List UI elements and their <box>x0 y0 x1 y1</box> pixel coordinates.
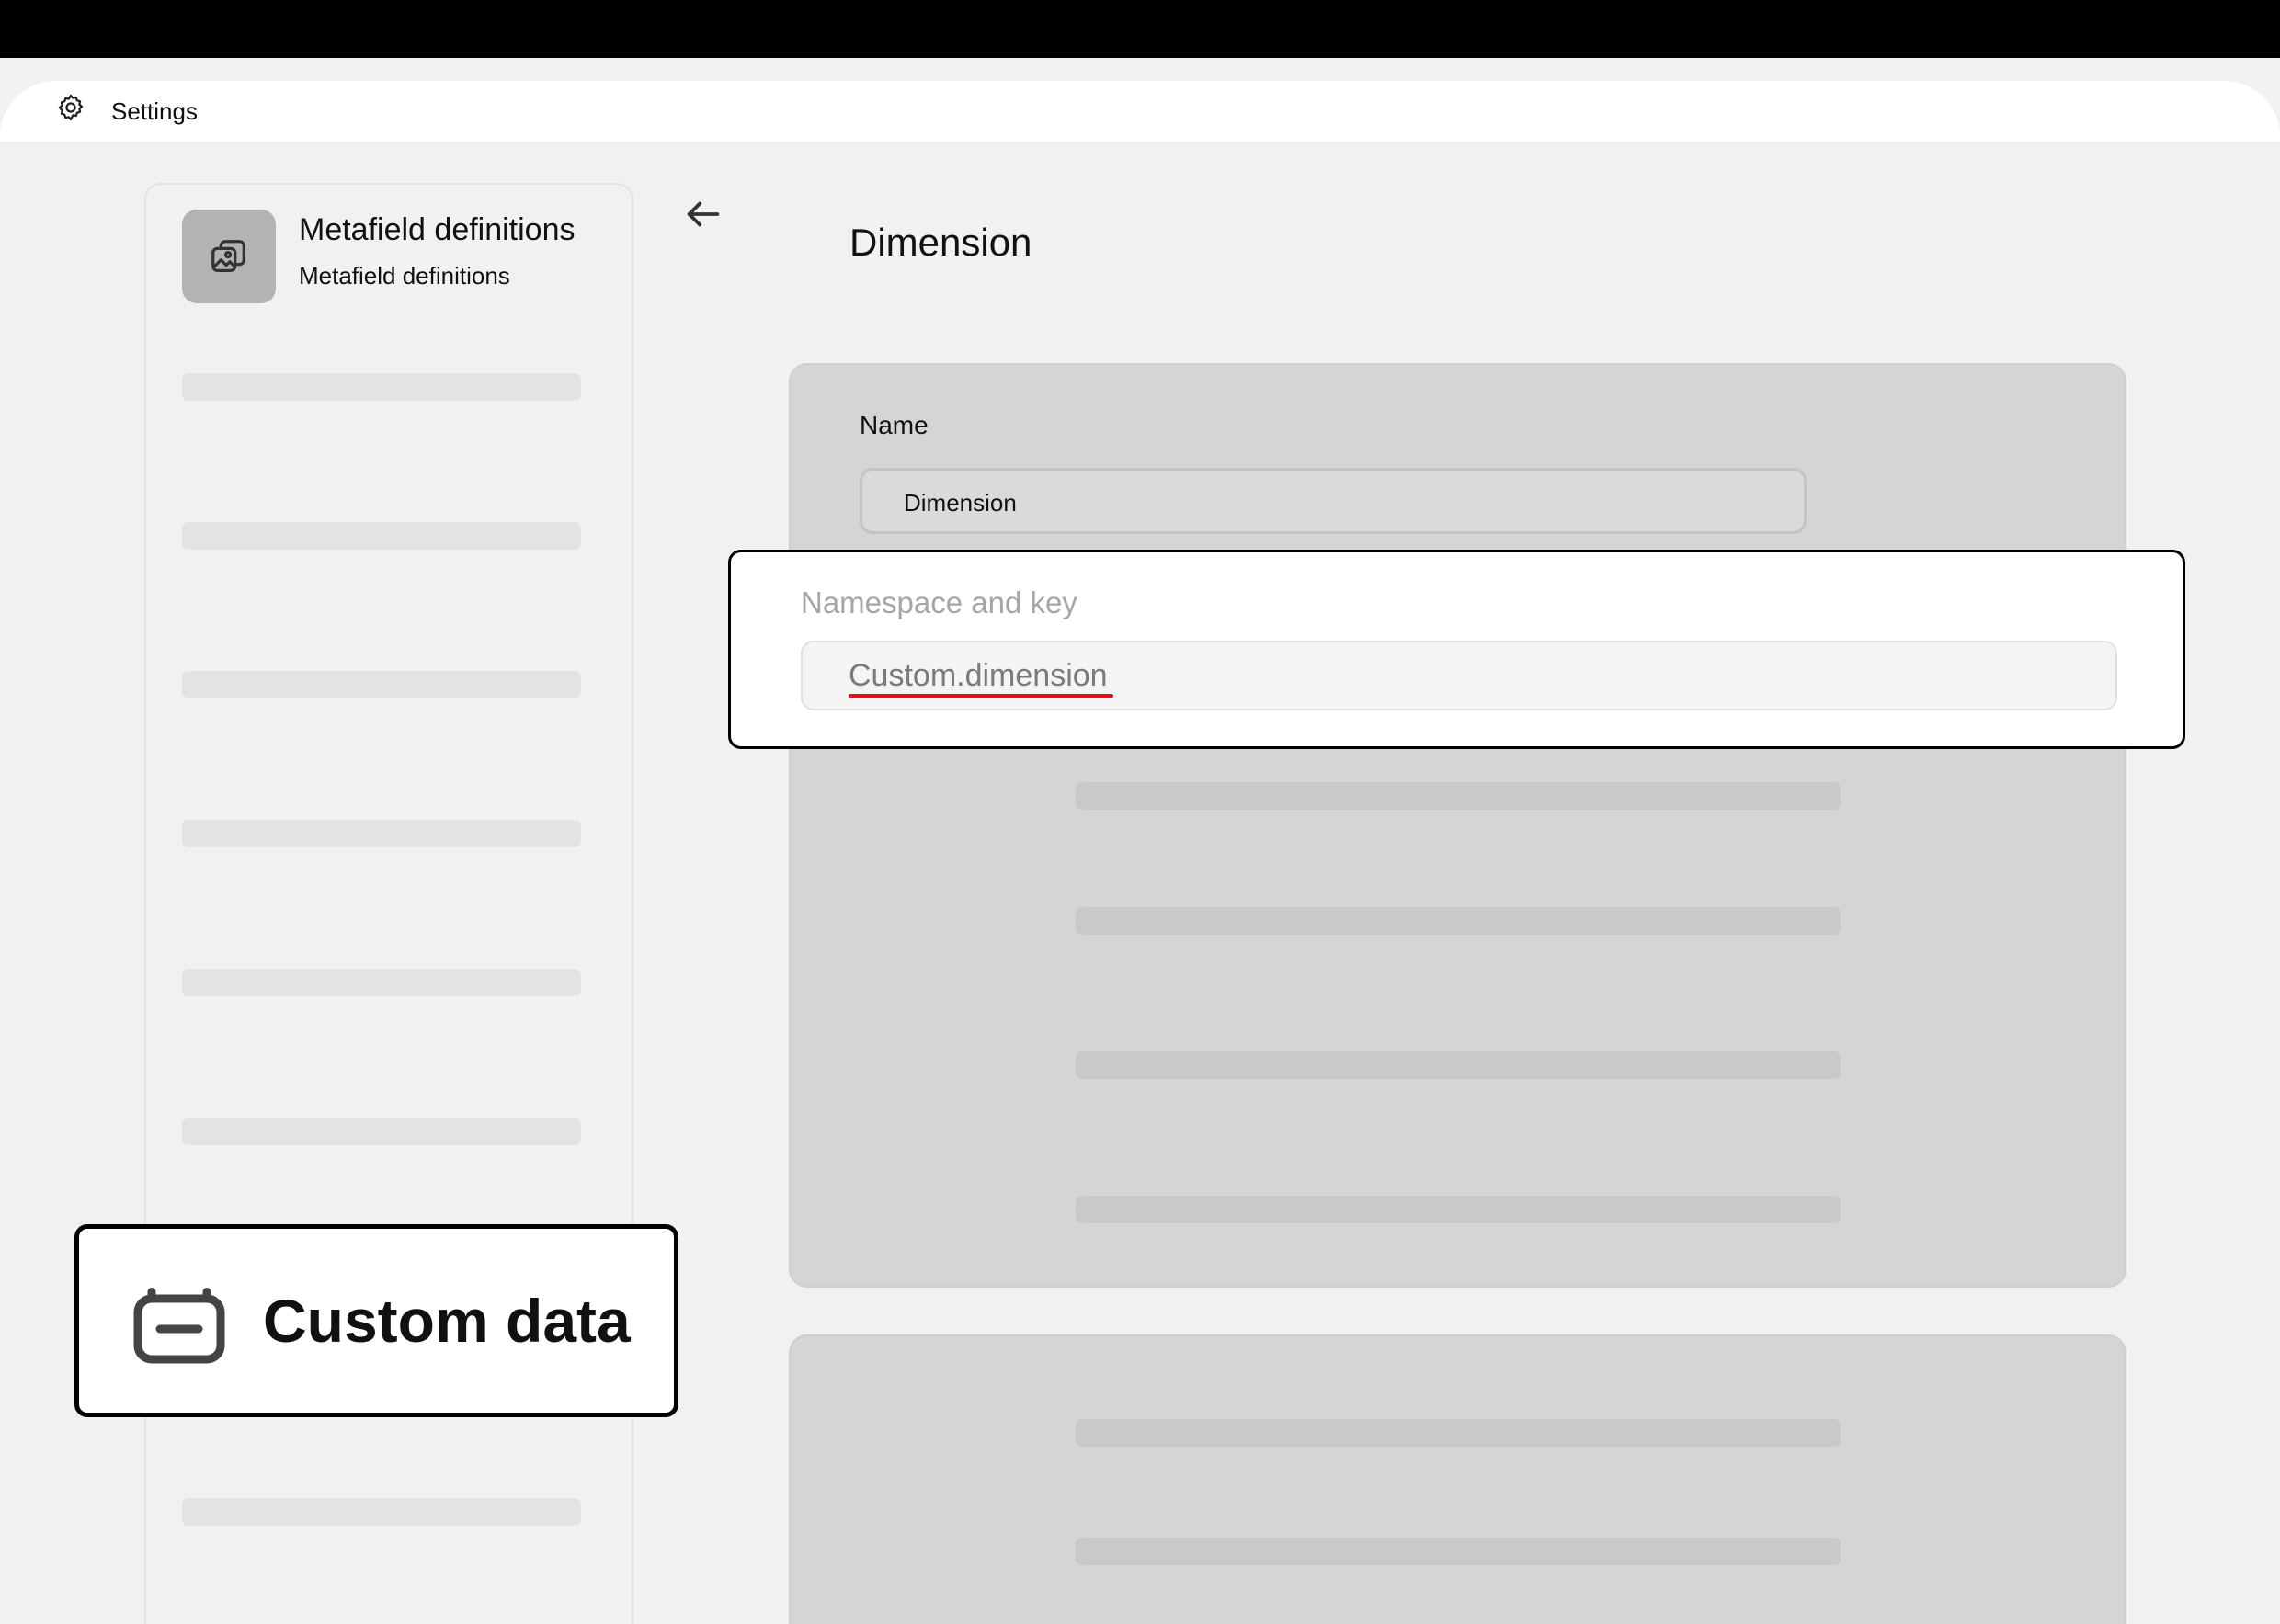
definition-card: Name Dimension <box>789 363 2126 1288</box>
card-placeholder-row <box>1076 907 1841 935</box>
card-placeholder-row <box>1076 1538 1841 1565</box>
sidebar-placeholder-item <box>182 522 581 550</box>
namespace-key-input[interactable]: Custom.dimension <box>801 641 2117 710</box>
custom-data-label: Custom data <box>263 1287 631 1355</box>
sidebar-placeholder-item <box>182 1118 581 1145</box>
card-placeholder-row <box>1076 782 1841 810</box>
page-title: Dimension <box>849 221 1032 264</box>
card-placeholder-row <box>1076 1196 1841 1223</box>
namespace-key-value: Custom.dimension <box>849 658 1108 693</box>
app-title: Metafield definitions <box>299 212 576 247</box>
card-placeholder-row <box>1076 1419 1841 1447</box>
top-bar <box>0 0 2280 58</box>
app-subtitle: Metafield definitions <box>299 262 510 290</box>
image-stack-icon <box>211 240 245 272</box>
secondary-card <box>789 1334 2126 1624</box>
sidebar-placeholder-item <box>182 373 581 401</box>
arrow-left-icon[interactable] <box>682 193 724 235</box>
name-input-value: Dimension <box>904 489 1017 517</box>
header-title: Settings <box>111 97 198 125</box>
sidebar-placeholder-item <box>182 1498 581 1526</box>
custom-data-badge: Custom data <box>74 1224 678 1417</box>
sidebar-placeholder-item <box>182 969 581 996</box>
app-icon <box>182 210 276 303</box>
card-placeholder-row <box>1076 1051 1841 1079</box>
header: Settings <box>0 81 2280 142</box>
gear-icon[interactable] <box>55 92 86 123</box>
namespace-key-label: Namespace and key <box>801 585 1077 619</box>
sidebar-placeholder-item <box>182 820 581 847</box>
namespace-key-callout: Namespace and key Custom.dimension <box>728 550 2185 749</box>
sidebar-placeholder-item <box>182 671 581 698</box>
name-input[interactable]: Dimension <box>860 468 1807 534</box>
name-label: Name <box>860 411 929 439</box>
custom-data-icon <box>133 1288 225 1364</box>
spellcheck-underline <box>849 694 1113 698</box>
